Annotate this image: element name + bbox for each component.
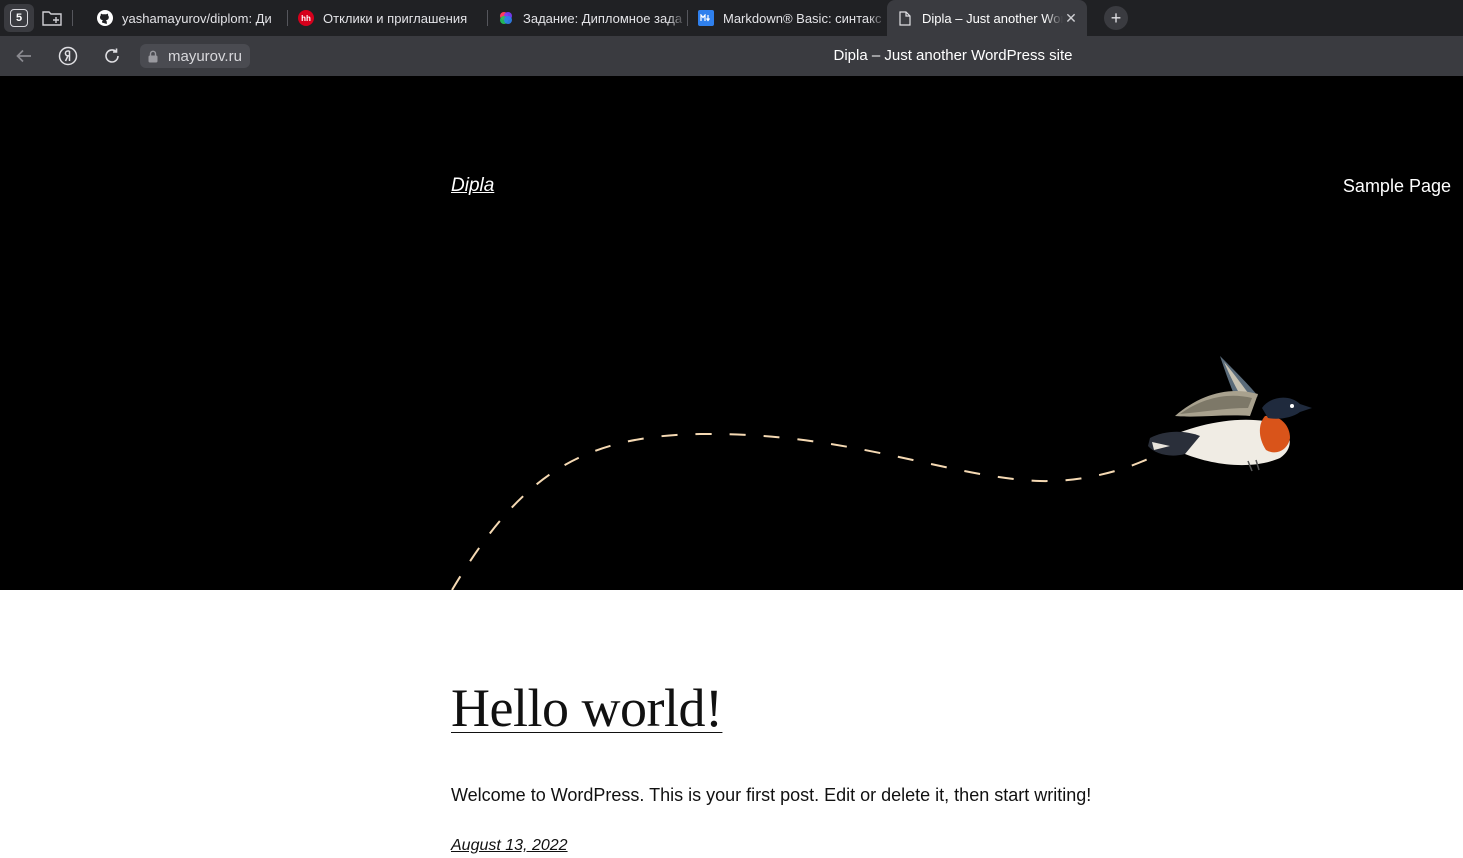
back-arrow-icon[interactable]	[12, 44, 36, 68]
url-field[interactable]: mayurov.ru	[140, 44, 250, 68]
post-excerpt: Welcome to WordPress. This is your first…	[451, 785, 1092, 805]
tab-netology[interactable]: Задание: Дипломное зада	[488, 0, 686, 36]
tab-title: yashamayurov/diplom: Ди	[122, 10, 287, 26]
tab-dipla-active[interactable]: Dipla – Just another Wor ✕	[887, 0, 1087, 36]
reload-icon[interactable]	[100, 44, 124, 68]
site-title-link[interactable]: Dipla	[451, 175, 494, 197]
browser-tab-strip: 5 yashamayurov/diplom: Ди hh Отклики и п…	[0, 0, 1463, 36]
url-text: mayurov.ru	[168, 47, 242, 65]
markdown-icon	[698, 10, 714, 26]
tab-title: Dipla – Just another Wor	[922, 10, 1063, 26]
tab-markdown[interactable]: Markdown® Basic: синтакс	[688, 0, 886, 36]
yandex-icon[interactable]	[56, 44, 80, 68]
tab-title: Задание: Дипломное зада	[523, 10, 686, 26]
address-bar: Dipla – Just another WordPress site mayu…	[0, 36, 1463, 76]
nav-link-sample-page[interactable]: Sample Page	[1343, 176, 1451, 197]
new-tab-group-icon[interactable]	[37, 4, 67, 32]
new-tab-button[interactable]: +	[1104, 6, 1128, 30]
close-tab-icon[interactable]: ✕	[1063, 10, 1079, 27]
tab-title: Отклики и приглашения	[323, 10, 486, 26]
flight-path-decoration	[451, 432, 1151, 590]
tab-count-badge: 5	[10, 9, 28, 27]
bird-illustration	[1148, 356, 1312, 472]
github-icon	[97, 10, 113, 26]
post-title-link[interactable]: Hello world!	[451, 677, 723, 739]
tab-separator	[72, 10, 73, 26]
tab-github[interactable]: yashamayurov/diplom: Ди	[87, 0, 287, 36]
post-date-link[interactable]: August 13, 2022	[451, 837, 568, 855]
tab-hh[interactable]: hh Отклики и приглашения	[288, 0, 486, 36]
tab-title: Markdown® Basic: синтакс	[723, 10, 886, 26]
page-icon	[897, 10, 913, 26]
hh-icon: hh	[298, 10, 314, 26]
tab-count-button[interactable]: 5	[4, 4, 34, 32]
site-header-hero: Dipla Sample Page	[0, 76, 1463, 590]
netology-icon	[498, 10, 514, 26]
lock-icon	[148, 50, 158, 63]
